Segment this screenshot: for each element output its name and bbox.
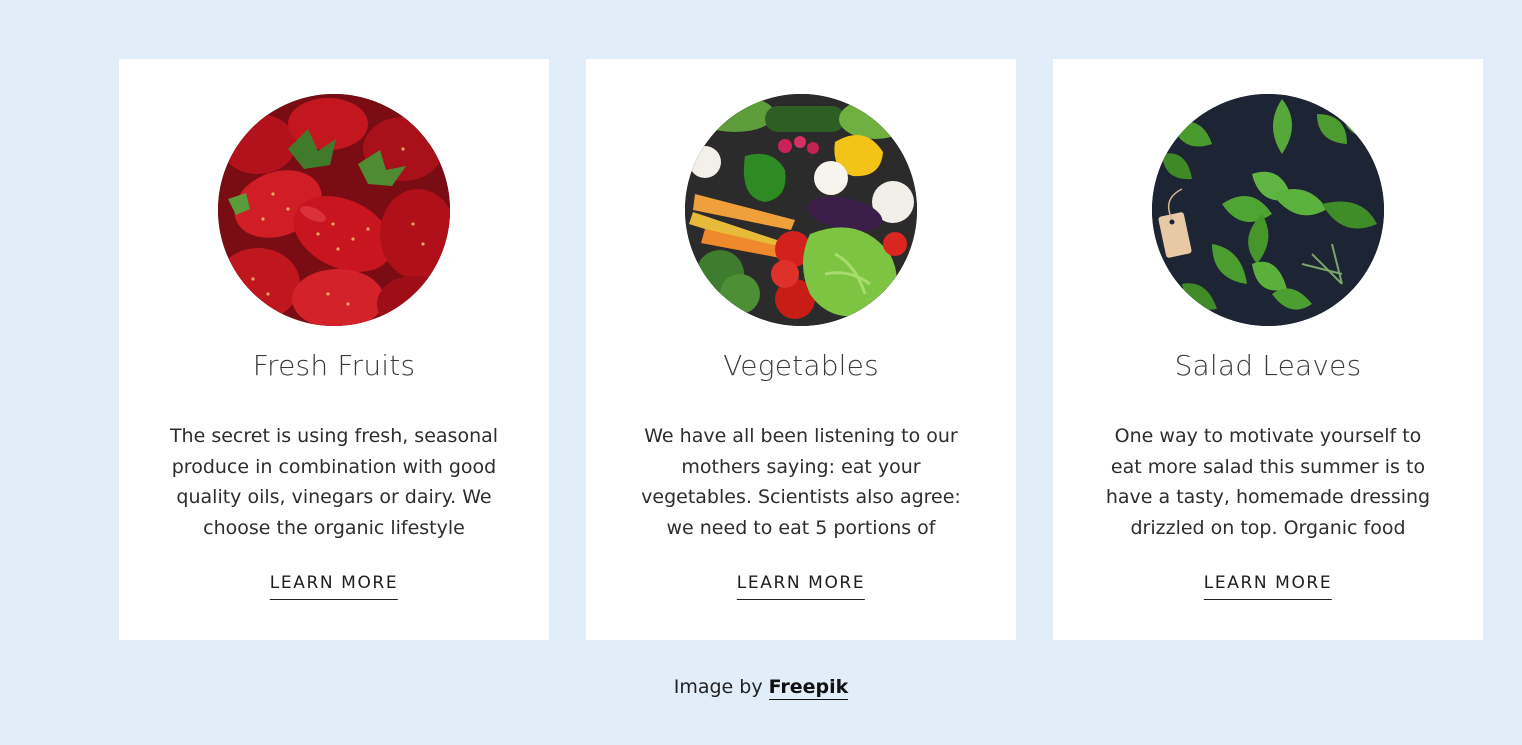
card-vegetables: Vegetables We have all been listening to… [586,59,1016,640]
card-description: We have all been listening to our mother… [641,425,961,539]
basil-leaves-image [1152,94,1384,326]
learn-more-link[interactable]: LEARN MORE [736,573,866,600]
learn-more-link[interactable]: LEARN MORE [1203,573,1333,600]
image-credit: Image by Freepik [0,676,1522,700]
vegetables-image [685,94,917,326]
card-title: Salad Leaves [1174,349,1362,382]
card-fresh-fruits: Fresh Fruits The secret is using fresh, … [119,59,549,640]
card-salad-leaves: Salad Leaves One way to motivate yoursel… [1053,59,1483,640]
cards-row: Fresh Fruits The secret is using fresh, … [119,59,1483,640]
card-title: Fresh Fruits [252,349,416,382]
credit-prefix: Image by [673,676,769,698]
card-description: The secret is using fresh, seasonal prod… [169,425,499,539]
learn-more-link[interactable]: LEARN MORE [269,573,399,600]
strawberries-image [218,94,450,326]
card-description: One way to motivate yourself to eat more… [1105,425,1431,539]
freepik-link[interactable]: Freepik [768,676,849,700]
card-title: Vegetables [723,349,879,382]
